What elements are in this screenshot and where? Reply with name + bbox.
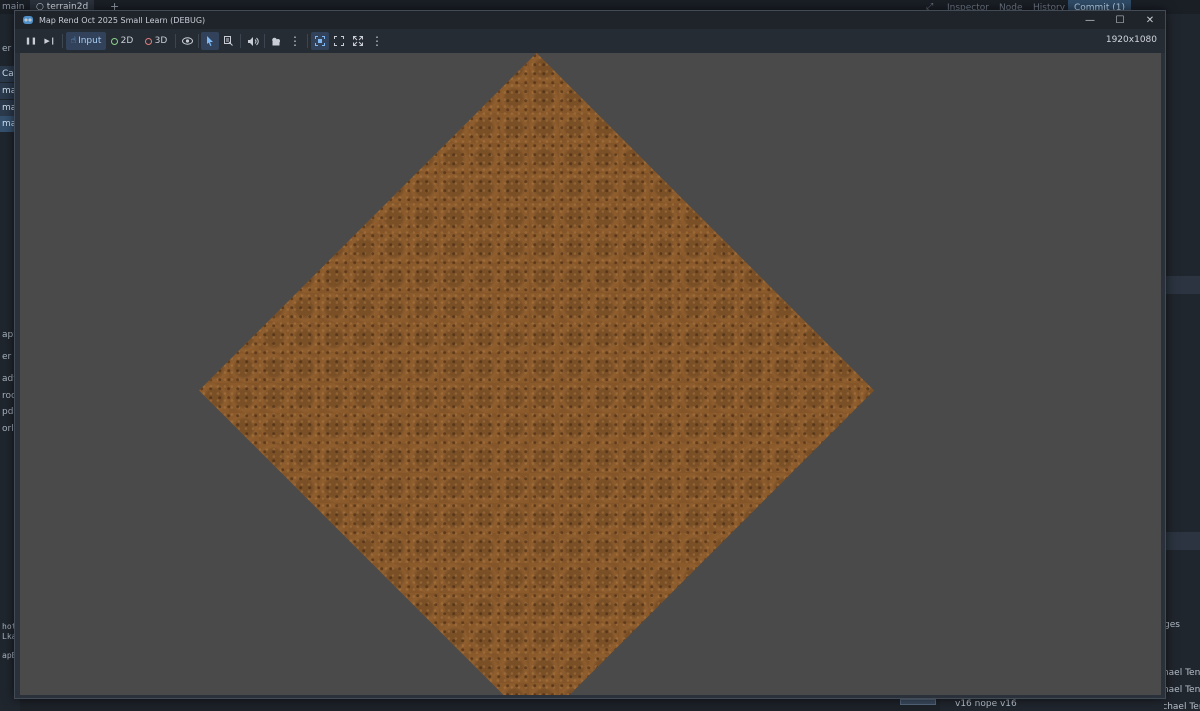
game-debug-window: Map Rend Oct 2025 Small Learn (DEBUG) — … [14, 10, 1166, 699]
resolution-label: 1920x1080 [1105, 35, 1157, 45]
game-toolbar: ❚❚ ▶❙ ☝ Input 2D 3D ⋮ ⋮ 1920x1080 [15, 29, 1165, 53]
separator [198, 34, 199, 48]
commit-panel-label: ges [1164, 620, 1180, 630]
mode-3d-label: 3D [154, 36, 168, 46]
mode-2d-button[interactable]: 2D [110, 32, 134, 50]
editor-right-panel: ges chael Ten chael Ten Michael Ten [1164, 14, 1200, 711]
game-viewport[interactable] [20, 53, 1161, 695]
commit-author: chael Ten [1164, 685, 1200, 695]
panel-band [1164, 276, 1200, 294]
list-select-icon[interactable] [220, 32, 236, 50]
commit-message: v16 nope v16 [955, 699, 1017, 709]
scroll-indicator[interactable] [900, 699, 936, 705]
close-button[interactable]: ✕ [1135, 11, 1165, 29]
separator [175, 34, 176, 48]
visibility-icon[interactable] [179, 32, 195, 50]
separator [307, 34, 308, 48]
mode-2d-label: 2D [120, 36, 134, 46]
select-cursor-icon[interactable] [201, 32, 219, 50]
input-toggle-button[interactable]: ☝ Input [66, 32, 106, 50]
minimize-button[interactable]: — [1075, 11, 1105, 29]
expand-icon[interactable] [350, 32, 366, 50]
isometric-terrain-map [199, 53, 874, 695]
next-frame-button[interactable]: ▶❙ [42, 32, 58, 50]
panel-band [1164, 532, 1200, 550]
commit-author: chael Ten [1164, 668, 1200, 678]
window-controls: — ☐ ✕ [1075, 11, 1165, 29]
maximize-button[interactable]: ☐ [1105, 11, 1135, 29]
separator [240, 34, 241, 48]
circle-2d-icon [110, 37, 118, 45]
more-options-icon[interactable]: ⋮ [369, 32, 385, 50]
godot-app-icon [22, 14, 34, 26]
input-icon: ☝ [70, 36, 77, 46]
circle-3d-icon [144, 37, 152, 45]
mode-3d-button[interactable]: 3D [144, 32, 168, 50]
audio-mute-icon[interactable] [245, 32, 261, 50]
more-options-icon[interactable]: ⋮ [287, 32, 303, 50]
commit-history-strip: v16 nope v16 [940, 697, 1164, 711]
camera-override-icon[interactable] [268, 32, 284, 50]
fit-viewport-icon[interactable] [331, 32, 347, 50]
input-label: Input [78, 36, 102, 46]
window-titlebar[interactable]: Map Rend Oct 2025 Small Learn (DEBUG) — … [15, 11, 1165, 29]
commit-author: Michael Ten [1164, 702, 1200, 711]
pause-button[interactable]: ❚❚ [23, 32, 39, 50]
keep-aspect-icon[interactable] [311, 32, 329, 50]
separator [264, 34, 265, 48]
separator [62, 34, 63, 48]
window-title: Map Rend Oct 2025 Small Learn (DEBUG) [39, 15, 206, 25]
